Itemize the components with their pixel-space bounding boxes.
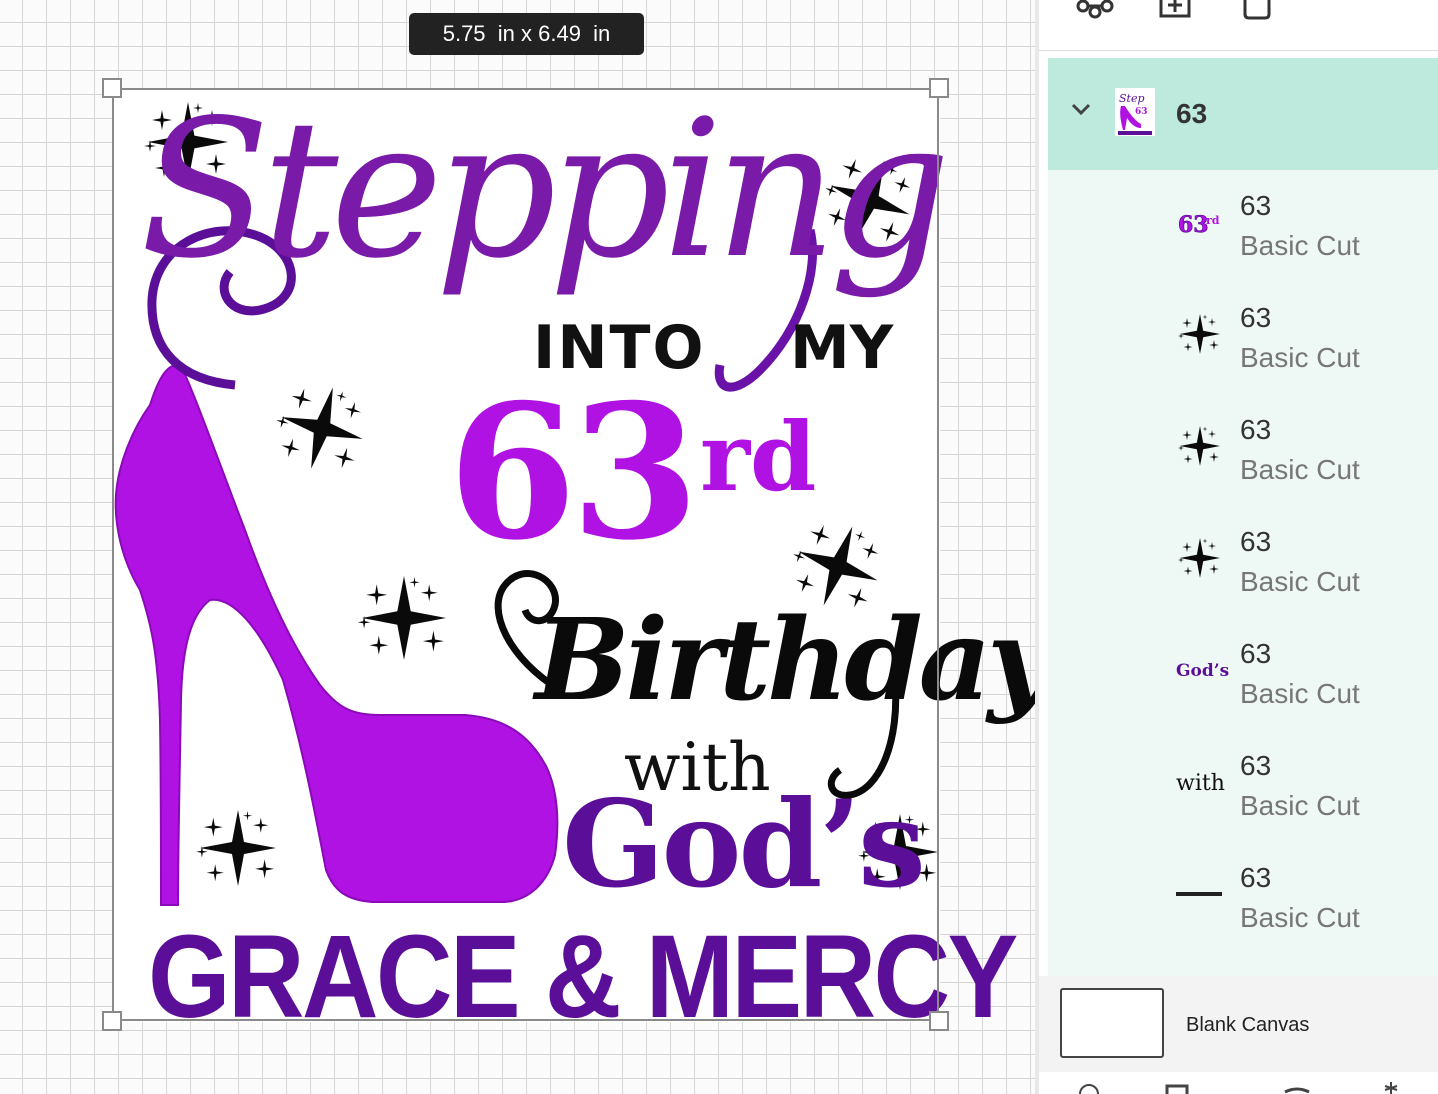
resize-handle-bottom-left[interactable] xyxy=(102,1011,122,1031)
layer-thumbnail-with: with xyxy=(1170,752,1230,812)
square-tool-icon xyxy=(1165,1084,1189,1094)
blank-canvas-row[interactable]: Blank Canvas xyxy=(1039,976,1438,1072)
layer-type: Basic Cut xyxy=(1240,230,1360,261)
group-icon[interactable] xyxy=(1075,0,1115,20)
layer-type: Basic Cut xyxy=(1240,454,1360,485)
circle-tool-icon xyxy=(1079,1084,1099,1094)
layer-name: 63 xyxy=(1240,190,1272,221)
group-thumbnail: Step 63 xyxy=(1115,88,1155,136)
sparkle-cluster xyxy=(1178,314,1220,354)
layer-name: 63 xyxy=(1240,526,1272,557)
resize-handle-top-right[interactable] xyxy=(929,78,949,98)
layer-type: Basic Cut xyxy=(1240,678,1360,709)
blank-canvas-thumbnail[interactable] xyxy=(1060,988,1164,1058)
delete-icon[interactable] xyxy=(1237,0,1277,20)
layer-name: 63 xyxy=(1240,862,1272,893)
layer-thumbnail-sparkle xyxy=(1170,304,1230,364)
asterisk-icon xyxy=(1384,1082,1398,1094)
layer-name: 63 xyxy=(1240,302,1272,333)
layer-name: 63 xyxy=(1240,750,1272,781)
svg-text:63: 63 xyxy=(1135,107,1148,117)
layer-thumbnail-gods: God’s xyxy=(1170,640,1230,700)
layer-type: Basic Cut xyxy=(1240,566,1360,597)
layer-thumbnail-63rd: 63rd xyxy=(1170,192,1230,252)
layer-type: Basic Cut xyxy=(1240,790,1360,821)
sparkle-cluster xyxy=(1178,426,1220,466)
layer-item[interactable]: 63rd 63 Basic Cut xyxy=(1048,170,1438,282)
bottom-toolbar[interactable] xyxy=(1039,1076,1438,1094)
layer-thumbnail-grace-mercy xyxy=(1170,864,1230,924)
layer-item[interactable]: God’s 63 Basic Cut xyxy=(1048,618,1438,730)
selection-box[interactable] xyxy=(112,88,939,1021)
svg-text:rd: rd xyxy=(1206,214,1220,227)
svg-text:Step: Step xyxy=(1119,92,1145,105)
resize-handle-top-left[interactable] xyxy=(102,78,122,98)
layer-item[interactable]: 63 Basic Cut xyxy=(1048,506,1438,618)
layer-name: 63 xyxy=(1240,414,1272,445)
layer-thumbnail-sparkle xyxy=(1170,416,1230,476)
layer-name: 63 xyxy=(1240,638,1272,669)
layer-list: 63rd 63 Basic Cut 63 Basic Cut 63 Basic … xyxy=(1048,170,1438,976)
layer-group-row[interactable]: Step 63 63 xyxy=(1048,58,1438,170)
resize-handle-bottom-right[interactable] xyxy=(929,1011,949,1031)
layer-thumbnail-sparkle xyxy=(1170,528,1230,588)
duplicate-icon[interactable] xyxy=(1157,0,1197,20)
layer-type: Basic Cut xyxy=(1240,902,1360,933)
layer-item[interactable]: 63 Basic Cut xyxy=(1048,842,1438,954)
layer-item[interactable]: with 63 Basic Cut xyxy=(1048,730,1438,842)
sparkle-cluster xyxy=(1178,538,1220,578)
layer-type: Basic Cut xyxy=(1240,342,1360,373)
chevron-down-icon[interactable] xyxy=(1070,98,1092,120)
svg-text:with: with xyxy=(1176,771,1225,796)
svg-text:God’s: God’s xyxy=(1176,661,1229,681)
toolbar-separator xyxy=(1039,50,1438,51)
shape-tool-icon xyxy=(1284,1087,1310,1094)
blank-canvas-label: Blank Canvas xyxy=(1186,1014,1310,1036)
svg-text:63: 63 xyxy=(1178,212,1209,238)
layer-item[interactable]: 63 Basic Cut xyxy=(1048,282,1438,394)
design-canvas[interactable]: 5.75 in x 6.49 in Stepping INTO MY 63 rd… xyxy=(0,0,1035,1094)
layers-panel: Step 63 63 63rd 63 Basic Cut 63 Basic Cu… xyxy=(1039,0,1438,1094)
group-label: 63 xyxy=(1176,98,1208,129)
layer-item[interactable]: 63 Basic Cut xyxy=(1048,394,1438,506)
